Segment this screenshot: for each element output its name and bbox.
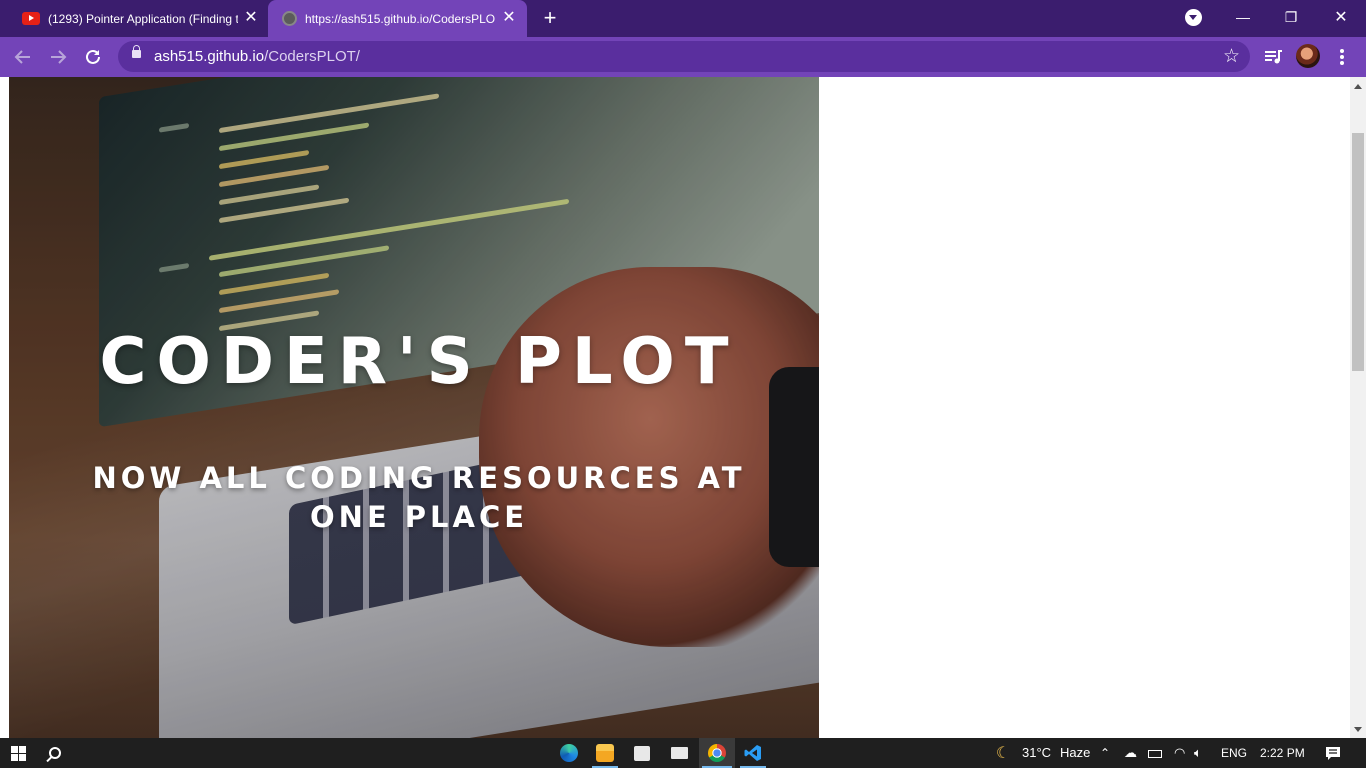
arrow-right-icon [51, 50, 67, 64]
reload-button[interactable] [79, 43, 107, 71]
search-icon [49, 747, 61, 759]
tab-title: (1293) Pointer Application (Finding the [48, 11, 238, 26]
browser-menu-button[interactable] [1328, 43, 1356, 71]
weather-widget[interactable]: ☾ [990, 738, 1016, 768]
search-button[interactable] [40, 738, 70, 768]
url-text[interactable]: ash515.github.io/CodersPLOT/ [154, 48, 360, 65]
mail-icon [670, 747, 688, 759]
forward-button[interactable] [44, 43, 72, 71]
tab-youtube[interactable]: (1293) Pointer Application (Finding the … [8, 0, 266, 37]
tab-title: https://ash515.github.io/CodersPLOT/ [305, 11, 495, 26]
taskbar-app-store[interactable] [626, 738, 658, 768]
windows-logo-icon [10, 745, 26, 761]
edge-icon [560, 744, 578, 762]
hero-subtitle: NOW ALL CODING RESOURCES AT ONE PLACE [92, 461, 746, 534]
globe-icon [282, 11, 297, 26]
notification-icon [1326, 746, 1340, 760]
arrow-left-icon [14, 50, 30, 64]
hero-title: CODER'S PLOT [99, 325, 739, 399]
chevron-up-icon[interactable]: ⌃ [1100, 738, 1110, 768]
scroll-down-arrow-icon[interactable] [1354, 727, 1362, 732]
taskbar-app-chrome[interactable] [699, 738, 735, 768]
close-tab-icon[interactable]: ✕ [242, 10, 260, 26]
close-window-button[interactable]: ✕ [1318, 0, 1364, 34]
taskbar-app-vscode[interactable] [737, 738, 769, 768]
scrollbar-thumb[interactable] [1352, 133, 1364, 371]
reload-icon [86, 49, 100, 64]
volume-icon[interactable]: 🔈︎ [1194, 738, 1202, 768]
start-button[interactable] [0, 738, 36, 768]
tab-search-icon[interactable] [1185, 9, 1202, 26]
browser-toolbar: ash515.github.io/CodersPLOT/ ☆ [0, 37, 1366, 77]
bookmark-star-icon[interactable]: ☆ [1223, 45, 1240, 68]
restore-button[interactable]: ❐ [1268, 0, 1314, 34]
minimize-button[interactable]: — [1220, 0, 1266, 34]
lock-icon[interactable] [132, 45, 141, 58]
taskbar-app-mail[interactable] [663, 738, 695, 768]
battery-icon[interactable] [1148, 738, 1162, 768]
notification-center-button[interactable] [1318, 738, 1348, 768]
web-page: CODER'S PLOT NOW ALL CODING RESOURCES AT… [0, 77, 1350, 738]
address-bar[interactable]: ash515.github.io/CodersPLOT/ ☆ [118, 41, 1250, 72]
page-scrollbar[interactable] [1350, 77, 1366, 738]
input-language[interactable]: ENG [1221, 738, 1247, 768]
close-tab-icon[interactable]: ✕ [500, 10, 518, 26]
taskbar-app-edge[interactable] [553, 738, 585, 768]
profile-avatar[interactable] [1296, 44, 1320, 68]
system-clock[interactable]: 2:22 PM [1260, 738, 1305, 768]
weather-moon-icon: ☾ [995, 745, 1011, 762]
weather-description[interactable]: Haze [1060, 738, 1090, 768]
onedrive-cloud-icon[interactable]: ☁ [1124, 738, 1137, 768]
media-controls-button[interactable] [1259, 43, 1287, 71]
hero-banner: CODER'S PLOT NOW ALL CODING RESOURCES AT… [9, 77, 819, 738]
file-explorer-icon [596, 744, 614, 762]
back-button[interactable] [9, 43, 37, 71]
scroll-up-arrow-icon[interactable] [1354, 84, 1362, 89]
tab-strip: (1293) Pointer Application (Finding the … [0, 0, 1366, 37]
wifi-icon[interactable]: ◠ [1174, 738, 1185, 768]
store-icon [634, 745, 650, 761]
taskbar-app-file-explorer[interactable] [589, 738, 621, 768]
weather-temperature[interactable]: 31°C [1022, 738, 1051, 768]
chrome-icon [708, 744, 726, 762]
kebab-menu-icon [1340, 49, 1344, 65]
tab-codersplot[interactable]: https://ash515.github.io/CodersPLOT/ ✕ [268, 0, 527, 37]
windows-taskbar: ☾ 31°C Haze ⌃ ☁ ◠ 🔈︎ ENG 2:22 PM [0, 738, 1366, 768]
vscode-icon [744, 745, 761, 761]
playlist-icon [1265, 50, 1282, 64]
youtube-icon [22, 12, 40, 25]
new-tab-button[interactable]: + [538, 6, 562, 30]
